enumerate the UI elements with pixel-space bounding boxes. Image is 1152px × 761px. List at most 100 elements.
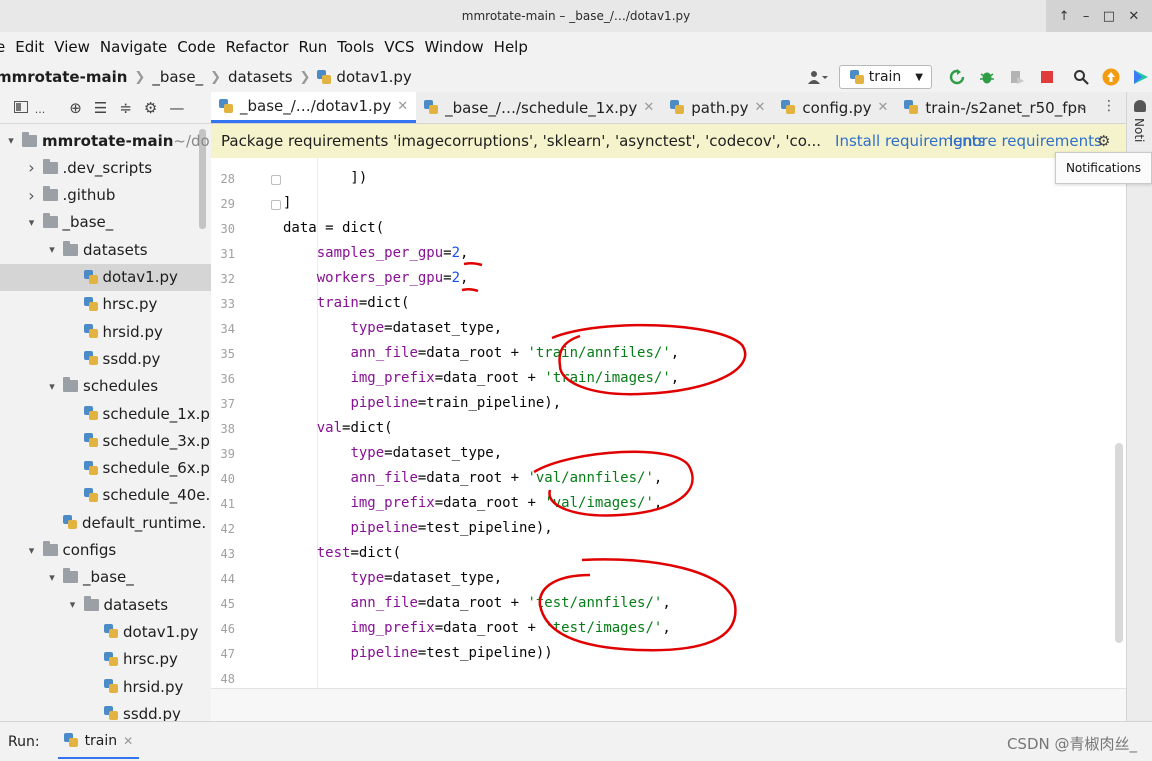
code-line[interactable]: train=dict( [283,295,410,311]
tree-item[interactable]: schedule_3x.p [0,427,211,454]
breadcrumb-project[interactable]: mmrotate-main [0,68,127,86]
fold-marker-icon[interactable] [271,175,281,185]
menu-vcs[interactable]: VCS [384,38,421,56]
search-icon[interactable] [1072,68,1090,86]
code-line[interactable]: ann_file=data_root + 'test/annfiles/', [283,595,670,611]
menu-file[interactable]: e [0,38,12,56]
fold-marker-icon[interactable] [271,200,281,210]
code-line[interactable]: pipeline=train_pipeline), [283,395,561,411]
code-line[interactable]: samples_per_gpu=2, [283,245,469,261]
window-maximize-button[interactable]: □ [1103,9,1115,24]
stop-icon[interactable] [1038,68,1056,86]
tree-item[interactable]: dotav1.py [0,263,211,291]
tree-item[interactable]: default_runtime. [0,509,211,536]
tree-item[interactable]: schedule_1x.p [0,400,211,427]
jetbrains-logo-icon[interactable] [1132,68,1150,86]
code-line[interactable]: img_prefix=data_root + 'val/images/', [283,495,662,511]
code-line[interactable]: pipeline=test_pipeline), [283,520,552,536]
code-line[interactable]: type=dataset_type, [283,320,502,336]
tree-item[interactable]: ▾ mmrotate-main ~/do [0,127,211,154]
breadcrumb-file[interactable]: dotav1.py [336,68,411,86]
code-editor[interactable]: 28 29 30 31 32 33 34 35 36 37 38 39 40 41 42 43 44 45 46 47… [211,158,1126,688]
tree-item[interactable]: ▾ schedules [0,373,211,400]
chevron-down-icon[interactable]: ▾ [66,598,80,611]
tree-item[interactable]: ▾ configs [0,537,211,564]
gear-icon[interactable]: ⚙ [144,99,157,117]
code-line[interactable]: ] [283,195,291,211]
chevron-down-icon[interactable]: ▾ [25,544,39,557]
tree-item[interactable]: ▾ _base_ [0,209,211,236]
tree-item[interactable]: hrsid.py [0,318,211,345]
editor-tab[interactable]: path.py ✕ [662,92,773,123]
chevron-down-icon[interactable]: ▾ [45,571,59,584]
tree-item[interactable]: schedule_40e. [0,482,211,509]
chevron-right-icon[interactable]: › [25,186,39,205]
tree-item[interactable]: › .dev_scripts [0,154,211,181]
code-line[interactable]: img_prefix=data_root + 'train/images/', [283,370,679,386]
run-configuration-select[interactable]: train ▼ [838,65,932,89]
tree-item[interactable]: hrsc.py [0,646,211,673]
bell-icon[interactable] [1134,100,1146,112]
tree-item[interactable]: › .github [0,182,211,209]
close-icon[interactable]: ✕ [643,100,654,115]
window-close-button[interactable]: ✕ [1128,9,1139,24]
editor-tab[interactable]: _base_/…/dotav1.py ✕ [211,92,417,123]
editor-scrollbar[interactable] [1115,443,1123,643]
editor-tab[interactable]: _base_/…/schedule_1x.py ✕ [416,92,662,123]
close-icon[interactable]: ✕ [878,100,889,115]
menu-code[interactable]: Code [177,38,222,56]
tree-item[interactable]: ▾ datasets [0,236,211,263]
code-line[interactable]: test=dict( [283,545,401,561]
ignore-requirements-link[interactable]: Ignore requirements [949,132,1102,150]
close-icon[interactable]: ✕ [755,100,766,115]
debug-icon[interactable] [978,68,996,86]
code-line[interactable]: ann_file=data_root + 'val/annfiles/', [283,470,662,486]
menu-navigate[interactable]: Navigate [100,38,174,56]
menu-tools[interactable]: Tools [337,38,381,56]
close-icon[interactable]: ✕ [397,99,408,114]
code-line[interactable]: type=dataset_type, [283,570,502,586]
tree-item[interactable]: ▾ _base_ [0,564,211,591]
window-up-button[interactable]: ↑ [1059,9,1070,24]
chevron-down-icon[interactable]: ▾ [4,134,18,147]
window-minimize-button[interactable]: – [1083,9,1090,24]
code-line[interactable]: workers_per_gpu=2, [283,270,469,286]
code-line[interactable]: type=dataset_type, [283,445,502,461]
tabs-more-icon[interactable]: ⌄ ⋮ [1077,98,1116,114]
tree-item[interactable]: dotav1.py [0,618,211,645]
menu-refactor[interactable]: Refactor [226,38,296,56]
chevron-down-icon[interactable]: ▾ [25,216,39,229]
chevron-down-icon[interactable]: ▾ [45,380,59,393]
chevron-down-icon[interactable]: ▾ [45,243,59,256]
tree-item[interactable]: hrsid.py [0,673,211,700]
update-icon[interactable] [1102,68,1120,86]
code-line[interactable]: ]) [283,170,367,186]
breadcrumb-base[interactable]: _base_ [152,68,203,86]
menu-help[interactable]: Help [494,38,535,56]
expand-all-icon[interactable]: ≑ [119,99,132,117]
collapse-all-icon[interactable]: ☰ [94,99,107,117]
minimize-icon[interactable]: — [169,99,184,117]
code-line[interactable]: data = dict( [283,220,384,236]
layout-icon[interactable]: ... [14,99,57,117]
editor-tab[interactable]: train-/s2anet_r50_fpn [896,92,1094,123]
tree-item[interactable]: ▾ datasets [0,591,211,618]
tree-item[interactable]: schedule_6x.p [0,455,211,482]
profile-icon[interactable] [1008,68,1026,86]
code-line[interactable]: pipeline=test_pipeline)) [283,645,552,661]
target-icon[interactable]: ⊕ [69,99,82,117]
close-icon[interactable]: ✕ [123,734,133,748]
menu-edit[interactable]: Edit [15,38,51,56]
code-line[interactable]: val=dict( [283,420,393,436]
tree-item[interactable]: ssdd.py [0,700,211,721]
rerun-icon[interactable] [948,68,966,86]
user-icon[interactable] [803,68,833,86]
code-line[interactable]: img_prefix=data_root + 'test/images/', [283,620,670,636]
menu-view[interactable]: View [54,38,97,56]
tree-item[interactable]: ssdd.py [0,345,211,372]
chevron-right-icon[interactable]: › [25,158,39,177]
notifications-side-label[interactable]: Noti [1132,118,1146,142]
editor-tab[interactable]: config.py ✕ [773,92,896,123]
code-line[interactable]: ann_file=data_root + 'train/annfiles/', [283,345,679,361]
tree-item[interactable]: hrsc.py [0,291,211,318]
